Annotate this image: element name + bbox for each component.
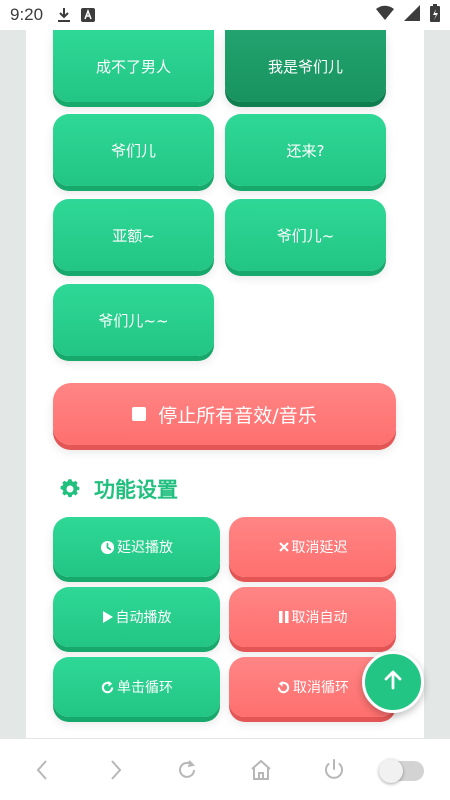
play-icon [102,610,114,624]
home-icon[interactable] [248,757,274,783]
gear-icon [58,477,82,501]
redo-icon [100,680,115,695]
signal-icon [404,5,420,25]
scroll-to-top-button[interactable] [362,651,424,713]
sound-button-6[interactable]: 爷们儿~ [225,199,386,271]
sound-button-label: 爷们儿~~ [98,311,169,330]
right-margin [424,30,450,738]
single-loop-button[interactable]: 单击循环 [53,657,220,717]
sound-button-label: 亚额~ [112,226,155,245]
settings-section-title: 功能设置 [58,474,178,504]
main-panel: 成不了男人 我是爷们儿 爷们儿 还来? 亚额~ 爷们儿~ 爷们儿~~ 停止所有音… [26,30,424,738]
sound-button-label: 爷们儿~ [276,226,335,245]
sound-button-label: 我是爷们儿 [267,57,343,76]
sound-button-5[interactable]: 亚额~ [53,199,214,271]
stop-all-button[interactable]: 停止所有音效/音乐 [53,383,396,445]
times-icon [278,541,290,553]
clock-icon [100,540,115,555]
stop-icon [132,407,147,421]
sound-button-label: 成不了男人 [95,57,171,76]
status-bar: 9:20 [0,0,450,30]
cancel-auto-button[interactable]: 取消自动 [229,587,396,647]
left-margin [0,30,26,738]
auto-play-button[interactable]: 自动播放 [53,587,220,647]
pause-icon [278,610,290,624]
single-loop-label: 单击循环 [117,680,173,696]
battery-icon [430,4,440,26]
status-time: 9:20 [10,5,44,24]
delay-play-button[interactable]: 延迟播放 [53,517,220,577]
stop-all-label: 停止所有音效/音乐 [158,404,317,427]
sound-button-label: 还来? [286,141,325,160]
wifi-icon [376,5,394,25]
sound-button-4[interactable]: 还来? [225,114,386,186]
sound-button-label: 爷们儿 [110,141,156,160]
cancel-delay-label: 取消延迟 [291,540,348,556]
a-box-icon [81,7,96,23]
arrow-up-icon [381,668,405,696]
bottom-navigation [0,738,450,800]
toggle-knob [379,759,403,783]
cancel-loop-label: 取消循环 [293,680,349,696]
sound-button-1[interactable]: 成不了男人 [53,30,214,102]
settings-title-text: 功能设置 [94,478,178,502]
forward-icon[interactable] [103,757,129,783]
cancel-delay-button[interactable]: 取消延迟 [229,517,396,577]
sound-button-3[interactable]: 爷们儿 [53,114,214,186]
delay-play-label: 延迟播放 [117,540,173,556]
back-icon[interactable] [29,757,55,783]
sound-button-2[interactable]: 我是爷们儿 [225,30,386,102]
toggle-switch[interactable] [379,759,424,783]
undo-icon [276,680,291,695]
sound-button-7[interactable]: 爷们儿~~ [53,284,214,356]
cancel-auto-label: 取消自动 [291,610,348,626]
download-icon [57,7,71,23]
power-icon[interactable] [321,757,347,783]
auto-play-label: 自动播放 [115,610,172,626]
refresh-icon[interactable] [174,757,200,783]
